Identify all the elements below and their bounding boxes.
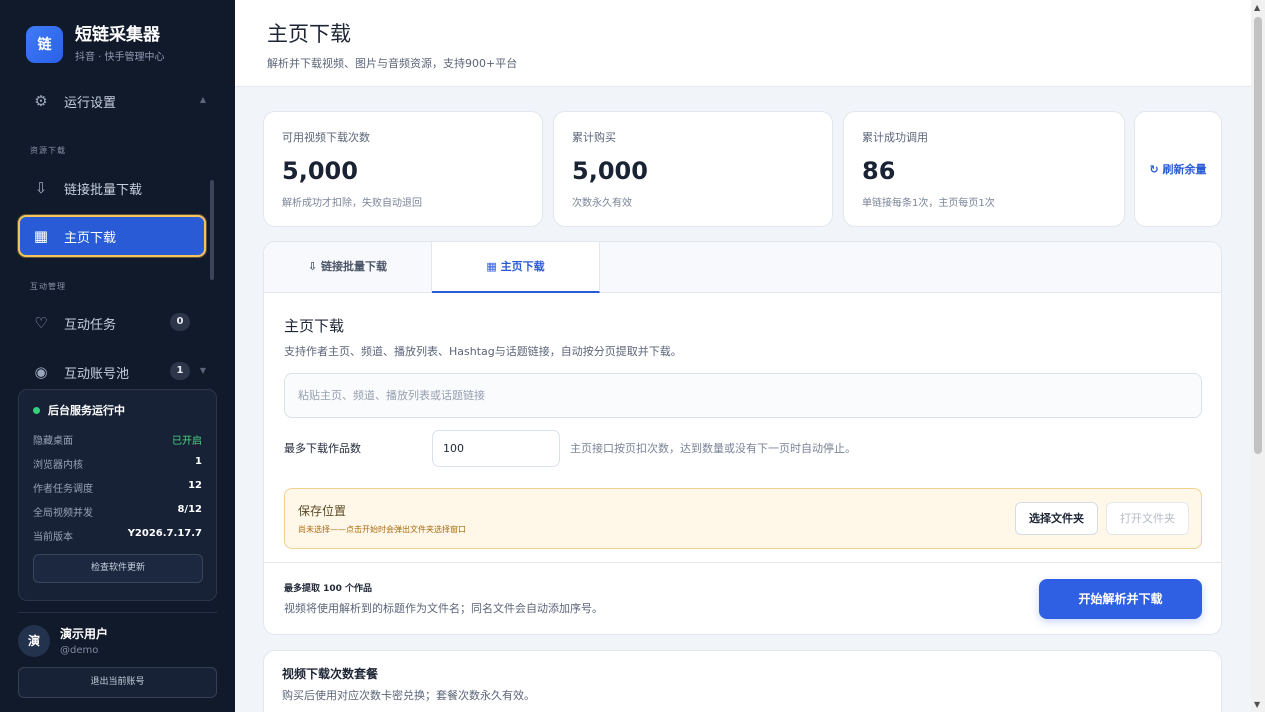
tab-home-download[interactable]: ▦ 主页下载 <box>432 242 600 293</box>
stat-card-available: 可用视频下载次数 5,000 解析成功才扣除，失败自动退回 <box>263 111 543 227</box>
tab-bar: ⇩ 链接批量下载 ▦ 主页下载 <box>264 242 1221 293</box>
stat-value: 5,000 <box>282 157 358 185</box>
download-panel: ⇩ 链接批量下载 ▦ 主页下载 主页下载 支持作者主页、频道、播放列表、Hash… <box>263 241 1222 635</box>
brand: 链 短链采集器 抖音 · 快手管理中心 <box>26 25 165 63</box>
grid-icon: ▦ <box>33 227 49 245</box>
package-title: 视频下载次数套餐 <box>282 667 379 681</box>
stat-note: 解析成功才扣除，失败自动退回 <box>282 198 422 209</box>
divider <box>264 562 1221 563</box>
scroll-down-icon[interactable]: ▼ <box>1254 700 1260 709</box>
service-status-panel: 后台服务运行中 隐藏桌面 已开启 浏览器内核 1 作者任务调度 12 全局视频并… <box>18 389 217 601</box>
refresh-card[interactable]: ↻ 刷新余量 <box>1134 111 1222 227</box>
sidebar-item-label: 互动任务 <box>64 317 117 333</box>
open-folder-button[interactable]: 打开文件夹 <box>1106 502 1189 535</box>
choose-folder-button[interactable]: 选择文件夹 <box>1015 502 1098 535</box>
logout-button[interactable]: 退出当前账号 <box>18 667 217 698</box>
sidebar-item-interact-tasks[interactable]: ♡ 互动任务 0 <box>18 302 206 344</box>
save-location-box: 保存位置 尚未选择——点击开始时会弹出文件夹选择窗口 选择文件夹 打开文件夹 <box>284 488 1202 549</box>
scrollbar-thumb[interactable] <box>1254 17 1262 454</box>
section-label-download: 资源下载 <box>30 146 66 155</box>
sidebar-item-settings[interactable]: ⚙ 运行设置 ▲ <box>18 80 206 122</box>
gear-icon: ⚙ <box>34 92 48 110</box>
count-badge: 1 <box>170 362 190 380</box>
max-count-hint: 主页接口按页扣次数，达到数量或没有下一页时自动停止。 <box>570 442 856 455</box>
divider <box>18 612 217 613</box>
section-description: 支持作者主页、频道、播放列表、Hashtag与话题链接，自动按分页提取并下载。 <box>284 345 682 358</box>
stat-label: 累计成功调用 <box>862 131 928 144</box>
filename-note: 视频将使用解析到的标题作为文件名；同名文件会自动添加序号。 <box>284 602 603 615</box>
stat-card-success: 累计成功调用 86 单链接每条1次，主页每页1次 <box>843 111 1125 227</box>
stat-note: 单链接每条1次，主页每页1次 <box>862 198 995 209</box>
section-label-interact: 互动管理 <box>30 282 66 291</box>
max-count-label: 最多下载作品数 <box>284 442 361 455</box>
status-value: 12 <box>188 480 202 491</box>
sidebar-item-label: 运行设置 <box>64 95 117 111</box>
stat-label: 可用视频下载次数 <box>282 131 370 144</box>
avatar: 演 <box>18 625 50 657</box>
status-value: 8/12 <box>177 504 202 515</box>
user-name: 演示用户 <box>60 627 109 641</box>
sidebar-item-home-download[interactable]: ▦ 主页下载 <box>18 215 206 257</box>
sidebar-item-label: 互动账号池 <box>64 366 130 382</box>
status-value: Y2026.7.17.7 <box>127 528 202 539</box>
brand-title: 短链采集器 <box>75 25 160 45</box>
chevron-up-icon: ▲ <box>199 95 206 104</box>
status-dot-icon <box>33 406 40 414</box>
status-title: 后台服务运行中 <box>48 404 125 417</box>
package-description: 购买后使用对应次数卡密兑换；套餐次数永久有效。 <box>282 689 535 702</box>
stat-value: 5,000 <box>572 157 648 185</box>
status-label: 当前版本 <box>33 532 73 543</box>
sidebar-item-batch-download[interactable]: ⇩ 链接批量下载 <box>18 167 206 209</box>
stat-card-purchased: 累计购买 5,000 次数永久有效 <box>553 111 833 227</box>
page-subtitle: 解析并下载视频、图片与音频资源，支持900+平台 <box>267 57 518 70</box>
status-value: 已开启 <box>172 436 202 447</box>
brand-logo: 链 <box>26 25 63 63</box>
sidebar-item-account-pool[interactable]: ◉ 互动账号池 1 ▼ <box>18 351 206 393</box>
status-row: 全局视频并发 8/12 <box>33 504 202 519</box>
section-title: 主页下载 <box>284 317 345 335</box>
save-location-note: 尚未选择——点击开始时会弹出文件夹选择窗口 <box>298 525 466 534</box>
chevron-down-icon: ▼ <box>199 366 206 375</box>
status-label: 作者任务调度 <box>33 484 93 495</box>
account-pool-icon: ◉ <box>34 363 48 381</box>
page-header: 主页下载 解析并下载视频、图片与音频资源，支持900+平台 <box>235 0 1251 87</box>
save-location-title: 保存位置 <box>298 504 347 518</box>
homepage-url-input[interactable] <box>284 373 1202 418</box>
heart-icon: ♡ <box>34 314 48 332</box>
status-row: 隐藏桌面 已开启 <box>33 432 202 447</box>
check-update-button[interactable]: 检查软件更新 <box>33 554 203 583</box>
start-download-button[interactable]: 开始解析并下载 <box>1039 579 1202 619</box>
stat-value: 86 <box>862 157 896 185</box>
download-arrow-icon: ⇩ <box>34 179 48 197</box>
package-card: 视频下载次数套餐 购买后使用对应次数卡密兑换；套餐次数永久有效。 <box>263 650 1222 712</box>
sidebar-item-label: 主页下载 <box>64 230 117 246</box>
status-row: 浏览器内核 1 <box>33 456 202 471</box>
sidebar-scrollbar[interactable] <box>210 180 214 280</box>
status-row: 当前版本 Y2026.7.17.7 <box>33 528 202 543</box>
sidebar: 链 短链采集器 抖音 · 快手管理中心 ⚙ 运行设置 ▲ 资源下载 ⇩ 链接批量… <box>0 0 235 712</box>
sidebar-item-label: 链接批量下载 <box>64 182 143 198</box>
page-title: 主页下载 <box>267 22 351 46</box>
stat-label: 累计购买 <box>572 131 616 144</box>
stat-note: 次数永久有效 <box>572 198 632 209</box>
max-extract-title: 最多提取 100 个作品 <box>284 584 373 594</box>
tab-batch-download[interactable]: ⇩ 链接批量下载 <box>264 242 432 293</box>
status-value: 1 <box>195 456 202 467</box>
count-badge: 0 <box>170 313 190 331</box>
page-scrollbar[interactable]: ▲ ▼ <box>1251 0 1265 712</box>
status-row: 作者任务调度 12 <box>33 480 202 495</box>
status-label: 隐藏桌面 <box>33 436 73 447</box>
refresh-button[interactable]: ↻ 刷新余量 <box>1135 112 1221 226</box>
status-label: 全局视频并发 <box>33 508 93 519</box>
user-handle: @demo <box>60 645 99 656</box>
max-count-input[interactable] <box>432 430 560 467</box>
main-content: 主页下载 解析并下载视频、图片与音频资源，支持900+平台 可用视频下载次数 5… <box>235 0 1251 712</box>
scroll-up-icon[interactable]: ▲ <box>1254 3 1260 12</box>
brand-subtitle: 抖音 · 快手管理中心 <box>75 52 165 63</box>
status-label: 浏览器内核 <box>33 460 83 471</box>
